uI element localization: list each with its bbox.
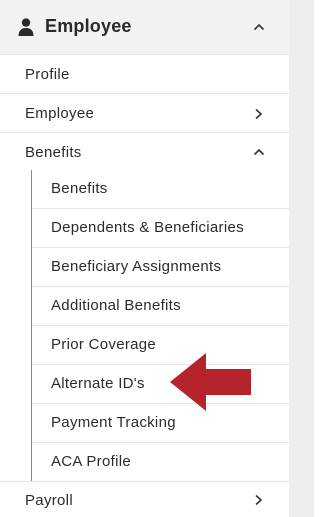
menu-item-benefits[interactable]: Benefits xyxy=(0,133,289,172)
arrow-left-icon xyxy=(170,353,251,411)
menu-item-payroll[interactable]: Payroll xyxy=(0,481,289,517)
submenu-item-benefits[interactable]: Benefits xyxy=(32,170,289,209)
submenu-item-dependents-beneficiaries[interactable]: Dependents & Beneficiaries xyxy=(32,209,289,248)
submenu-item-aca-profile[interactable]: ACA Profile xyxy=(32,443,289,482)
submenu-item-label: Payment Tracking xyxy=(51,414,176,431)
menu-item-label: Profile xyxy=(25,66,70,83)
submenu-item-label: ACA Profile xyxy=(51,453,131,470)
submenu-item-beneficiary-assignments[interactable]: Beneficiary Assignments xyxy=(32,248,289,287)
section-header-employee[interactable]: Employee xyxy=(0,0,289,55)
menu-item-label: Employee xyxy=(25,105,95,122)
employee-navigation-menu: Employee Profile Employee Benefits Benef… xyxy=(0,0,289,517)
menu-item-label: Benefits xyxy=(25,144,82,161)
chevron-right-icon xyxy=(255,108,263,120)
chevron-right-icon xyxy=(255,494,263,506)
submenu-item-label: Additional Benefits xyxy=(51,297,181,314)
submenu-item-additional-benefits[interactable]: Additional Benefits xyxy=(32,287,289,326)
chevron-up-icon[interactable] xyxy=(253,23,265,31)
menu-item-profile[interactable]: Profile xyxy=(0,55,289,94)
submenu-item-label: Benefits xyxy=(51,180,108,197)
submenu-item-label: Prior Coverage xyxy=(51,336,157,353)
submenu-item-label: Alternate ID's xyxy=(51,375,145,392)
submenu-item-label: Beneficiary Assignments xyxy=(51,258,222,275)
person-icon xyxy=(18,18,34,36)
menu-item-label: Payroll xyxy=(25,492,73,509)
chevron-up-icon xyxy=(253,148,265,156)
menu-item-employee[interactable]: Employee xyxy=(0,94,289,133)
scroll-gutter xyxy=(289,0,314,517)
section-title: Employee xyxy=(45,16,132,36)
submenu-item-label: Dependents & Beneficiaries xyxy=(51,219,244,236)
